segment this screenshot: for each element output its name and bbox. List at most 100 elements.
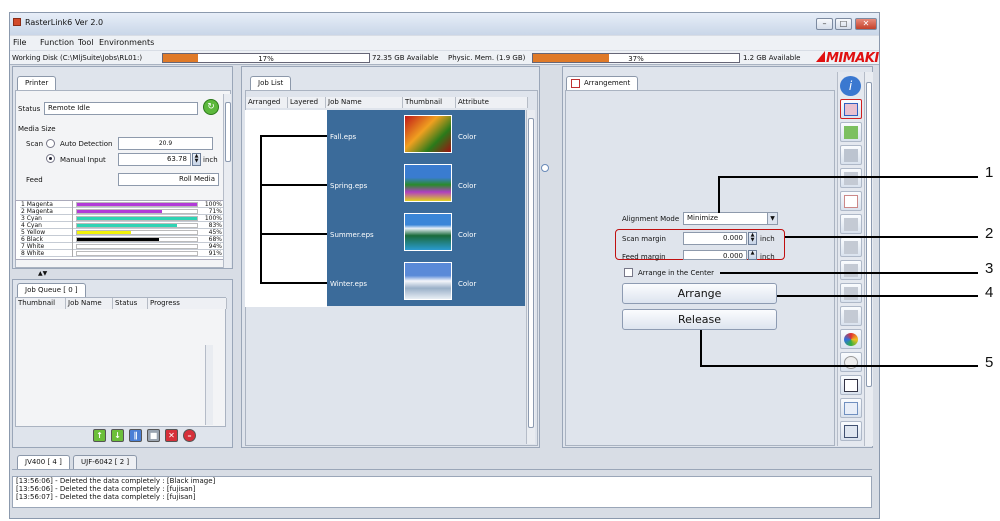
ink-percent: 94% bbox=[208, 243, 222, 250]
chevron-down-icon[interactable]: ▼ bbox=[767, 213, 777, 224]
callout-line-1 bbox=[718, 176, 978, 178]
export-tool-button[interactable] bbox=[840, 421, 862, 441]
delete-button[interactable]: ✕ bbox=[165, 429, 178, 442]
tool-button-2[interactable] bbox=[840, 122, 862, 142]
log-panel: [13:56:06] - Deleted the data completely… bbox=[12, 476, 872, 508]
col-thumbnail[interactable]: Thumbnail bbox=[403, 97, 456, 108]
auto-detection-radio[interactable] bbox=[46, 139, 55, 148]
feed-margin-input[interactable]: 0.000 bbox=[683, 250, 747, 260]
job-row-winter[interactable]: Winter.eps Color bbox=[327, 257, 525, 306]
ink-row: 8 White 91% bbox=[20, 250, 224, 257]
disabled-tool-icon bbox=[844, 310, 858, 323]
col-attribute[interactable]: Attribute bbox=[456, 97, 528, 108]
menu-tool[interactable]: Tool bbox=[78, 38, 94, 47]
menu-bar: File Function Tool Environments bbox=[10, 36, 879, 50]
ink-level-track bbox=[76, 237, 198, 242]
refresh-icon[interactable]: ↻ bbox=[203, 99, 219, 115]
memory-label: Physic. Mem. (1.9 GB) bbox=[448, 54, 526, 62]
manual-input-spinner[interactable]: ▲ ▼ bbox=[192, 153, 201, 166]
ink-name: 4 Cyan bbox=[21, 222, 73, 229]
close-button[interactable]: ✕ bbox=[855, 18, 877, 30]
scan-margin-input[interactable]: 0.000 bbox=[683, 232, 747, 245]
ink-level-fill bbox=[77, 224, 177, 227]
feed-margin-spinner[interactable]: ▲ bbox=[748, 250, 757, 260]
manual-input-field[interactable]: 63.78 bbox=[118, 153, 191, 166]
arranged-tree bbox=[245, 110, 327, 307]
job-list-scrollbar[interactable] bbox=[526, 110, 535, 444]
splitter-handle-icon[interactable] bbox=[541, 164, 549, 172]
tab-printer[interactable]: Printer bbox=[17, 76, 57, 90]
maximize-button[interactable]: □ bbox=[835, 18, 852, 30]
ink-name: 6 Black bbox=[21, 236, 73, 243]
col-layered[interactable]: Layered bbox=[288, 97, 326, 108]
minimize-button[interactable]: – bbox=[816, 18, 833, 30]
auto-detection-value: 20.9 bbox=[118, 137, 213, 150]
move-up-button[interactable]: ↑ bbox=[93, 429, 106, 442]
logo-text: MIMAKI bbox=[826, 51, 879, 66]
copy-tool-button[interactable] bbox=[840, 398, 862, 418]
tab-job-queue[interactable]: Job Queue [ 0 ] bbox=[17, 283, 86, 297]
disabled-tool-icon bbox=[844, 172, 858, 185]
ink-percent: 100% bbox=[204, 215, 222, 222]
col-arranged[interactable]: Arranged bbox=[246, 97, 288, 108]
splitter-arrows-icon[interactable]: ▲▼ bbox=[38, 270, 47, 277]
logo-mark-icon bbox=[816, 51, 825, 62]
manual-input-label: Manual Input bbox=[60, 156, 106, 164]
ink-level-track bbox=[76, 244, 198, 249]
tree-branch-4 bbox=[260, 282, 327, 284]
disk-available: 72.35 GB Available bbox=[372, 54, 439, 62]
print-tool-button[interactable] bbox=[840, 375, 862, 395]
queue-col-thumbnail[interactable]: Thumbnail bbox=[16, 298, 66, 309]
queue-col-progress[interactable]: Progress bbox=[148, 298, 227, 309]
menu-file[interactable]: File bbox=[13, 38, 26, 47]
mimaki-logo: MIMAKI bbox=[816, 51, 879, 66]
menu-environments[interactable]: Environments bbox=[99, 38, 154, 47]
tab-arrangement[interactable]: Arrangement bbox=[566, 76, 639, 90]
ink-level-track bbox=[76, 223, 198, 228]
tree-branch-3 bbox=[260, 233, 327, 235]
cancel-button[interactable]: – bbox=[183, 429, 196, 442]
ink-level-list: 1 Magenta 100% 2 Magenta 71% 3 Cyan 100% 4 Cya… bbox=[15, 200, 225, 260]
toolbar-scroll-thumb[interactable] bbox=[866, 82, 872, 387]
arrange-button[interactable]: Arrange bbox=[622, 283, 777, 304]
manual-input-radio[interactable] bbox=[46, 154, 55, 163]
queue-col-status[interactable]: Status bbox=[113, 298, 148, 309]
tab-printer-ujf6042[interactable]: UJF-6042 [ 2 ] bbox=[73, 455, 138, 469]
arrange-center-checkbox[interactable] bbox=[624, 268, 633, 277]
job-attribute: Color bbox=[458, 133, 477, 141]
profile-tool-button[interactable] bbox=[840, 329, 862, 349]
disabled-tool-icon bbox=[844, 241, 858, 254]
job-row-spring[interactable]: Spring.eps Color bbox=[327, 159, 525, 208]
toolbar-scrollbar[interactable] bbox=[864, 72, 873, 446]
job-list-scroll-thumb[interactable] bbox=[528, 118, 534, 428]
job-attribute: Color bbox=[458, 231, 477, 239]
tool-button-3 bbox=[840, 145, 862, 165]
status-field: Remote Idle bbox=[44, 102, 198, 115]
col-job-name[interactable]: Job Name bbox=[326, 97, 403, 108]
printer-scrollbar[interactable] bbox=[223, 94, 231, 268]
working-disk-label: Working Disk (C:\MljSuite\Jobs\RL01:) bbox=[12, 54, 143, 62]
tab-job-list[interactable]: Job List bbox=[250, 76, 292, 90]
disk-usage-percent: 17% bbox=[258, 55, 274, 63]
scan-margin-spinner[interactable]: ▲ ▼ bbox=[748, 232, 757, 245]
alignment-mode-select[interactable]: Minimize ▼ bbox=[683, 212, 778, 225]
ink-level-fill bbox=[77, 231, 131, 234]
job-name: Spring.eps bbox=[330, 182, 368, 190]
menu-function[interactable]: Function bbox=[40, 38, 74, 47]
move-down-button[interactable]: ↓ bbox=[111, 429, 124, 442]
arrangement-tool-button[interactable] bbox=[840, 99, 862, 119]
info-icon[interactable]: i bbox=[840, 76, 861, 96]
ink-row: 7 White 94% bbox=[20, 243, 224, 250]
release-button[interactable]: Release bbox=[622, 309, 777, 330]
printer-scroll-thumb[interactable] bbox=[225, 102, 231, 162]
tab-printer-jv400[interactable]: JV400 [ 4 ] bbox=[17, 455, 70, 469]
job-row-fall[interactable]: Fall.eps Color bbox=[327, 110, 525, 159]
job-row-summer[interactable]: Summer.eps Color bbox=[327, 208, 525, 257]
queue-col-jobname[interactable]: Job Name bbox=[66, 298, 113, 309]
queue-scrollbar[interactable] bbox=[205, 345, 213, 425]
scan-margin-label: Scan margin bbox=[622, 235, 666, 243]
ink-row: 2 Magenta 71% bbox=[20, 208, 224, 215]
pause-button[interactable]: ∥ bbox=[129, 429, 142, 442]
export-icon bbox=[844, 425, 858, 438]
stop-button[interactable]: ■ bbox=[147, 429, 160, 442]
